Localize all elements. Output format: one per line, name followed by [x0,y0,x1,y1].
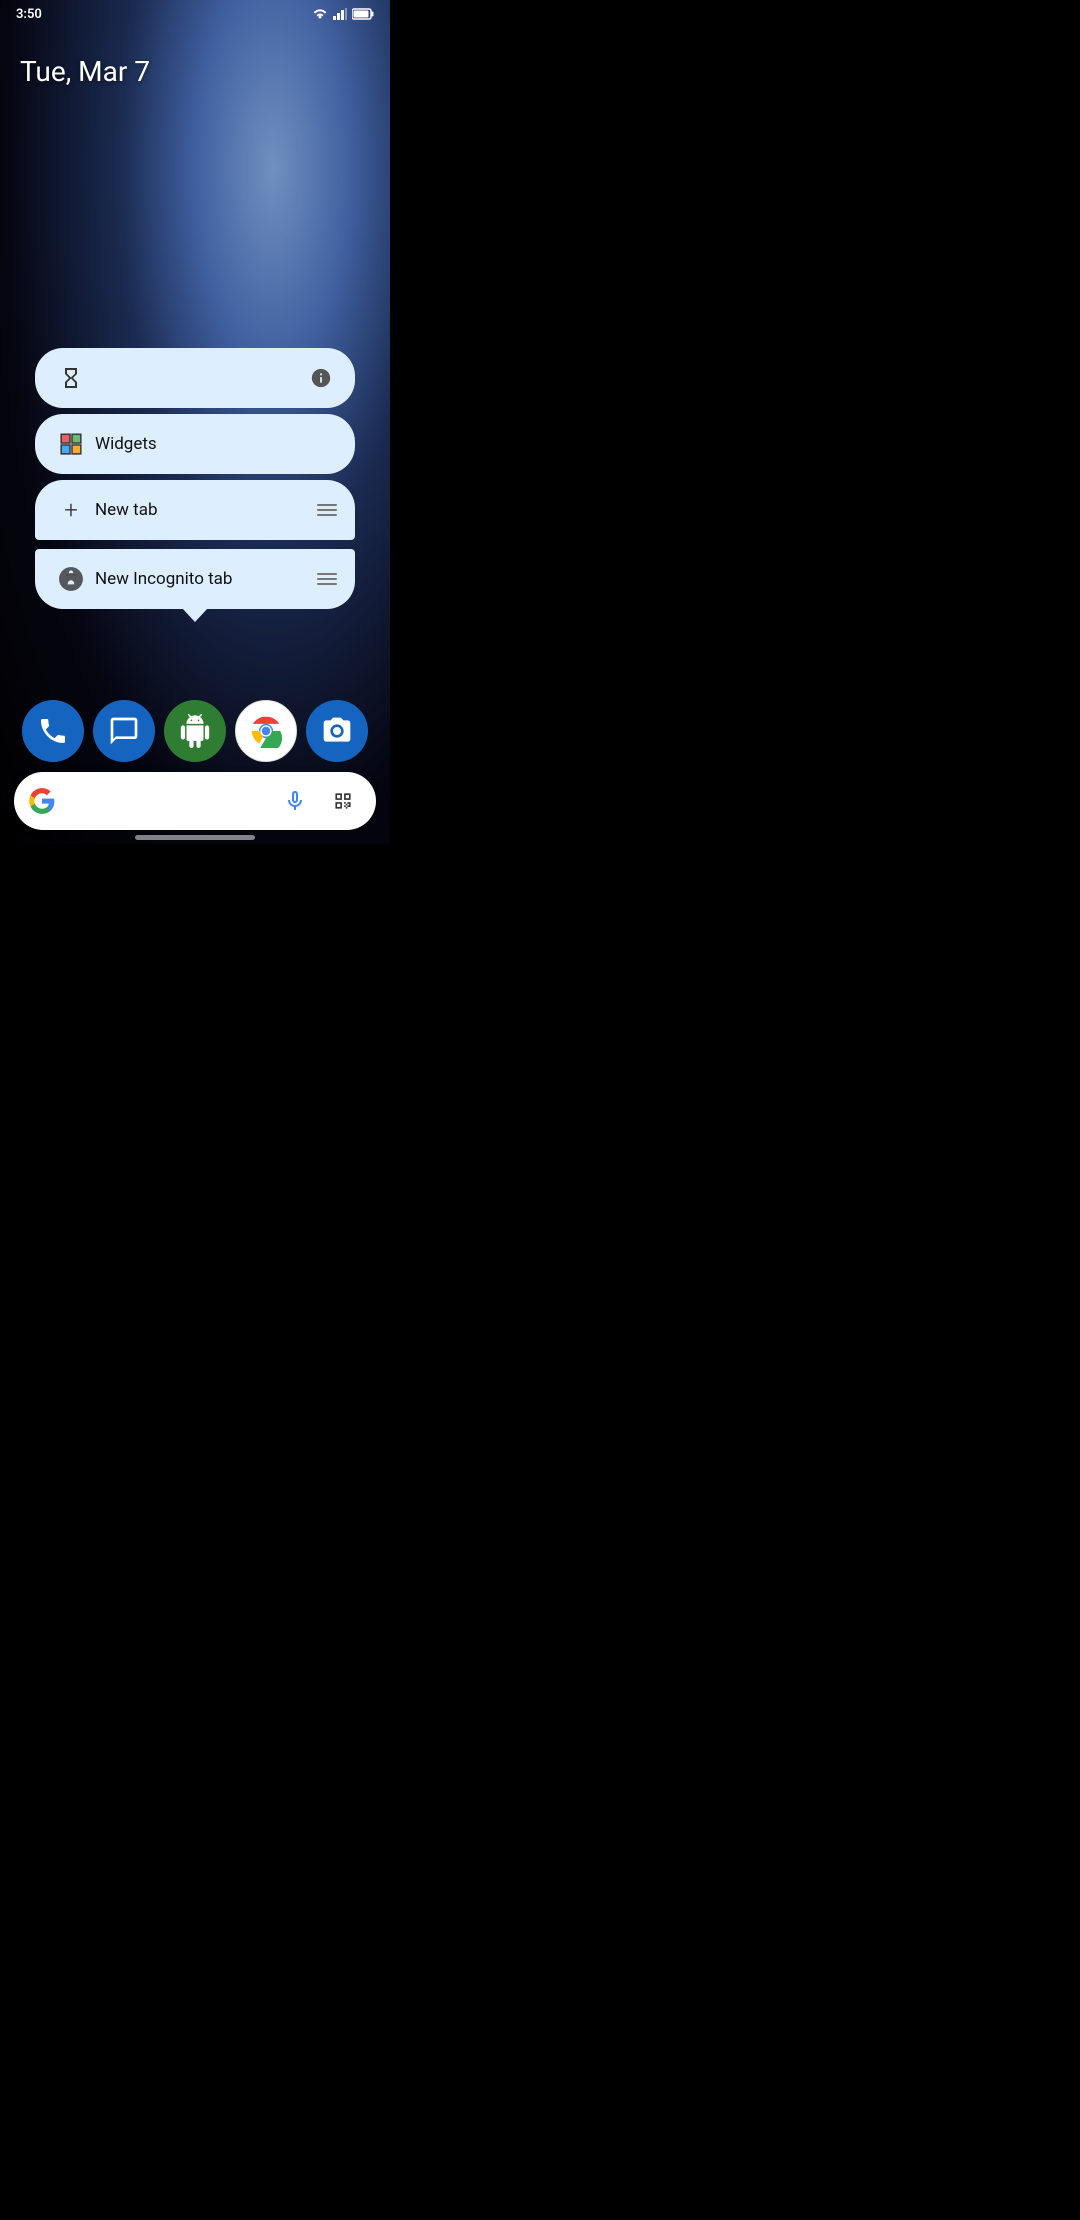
dock-phone[interactable] [22,700,84,762]
dock [0,700,390,762]
dock-chrome[interactable] [235,700,297,762]
wifi-icon [312,8,328,20]
menu-item-new-incognito[interactable]: New Incognito tab [35,549,355,609]
voice-search-button[interactable] [276,782,314,820]
home-indicator [135,835,255,840]
lens-search-button[interactable] [324,782,362,820]
hourglass-icon [53,360,89,396]
new-tab-label: New tab [95,500,317,520]
context-menu: Widgets + New tab New Incognito tab [35,348,355,609]
incognito-icon [53,561,89,597]
dock-android[interactable] [164,700,226,762]
google-g-logo [28,787,56,815]
widgets-label: Widgets [95,434,337,454]
dock-camera[interactable] [306,700,368,762]
menu-item-new-tab[interactable]: + New tab [35,480,355,540]
status-bar: 3:50 [0,0,390,28]
new-incognito-label: New Incognito tab [95,569,317,589]
signal-icon [333,8,347,20]
menu-item-app[interactable] [35,348,355,408]
speech-bubble-tail [182,608,208,622]
dock-messages[interactable] [93,700,155,762]
new-tab-icon: + [53,492,89,528]
search-bar[interactable] [14,772,376,830]
date-label: Tue, Mar 7 [20,55,150,88]
battery-icon [352,8,374,20]
status-icons [312,8,374,20]
menu-item-widgets[interactable]: Widgets [35,414,355,474]
incognito-drag-handle [317,573,337,585]
widgets-icon [53,426,89,462]
info-button[interactable] [305,362,337,394]
status-time: 3:50 [16,7,42,22]
new-tab-drag-handle [317,504,337,516]
